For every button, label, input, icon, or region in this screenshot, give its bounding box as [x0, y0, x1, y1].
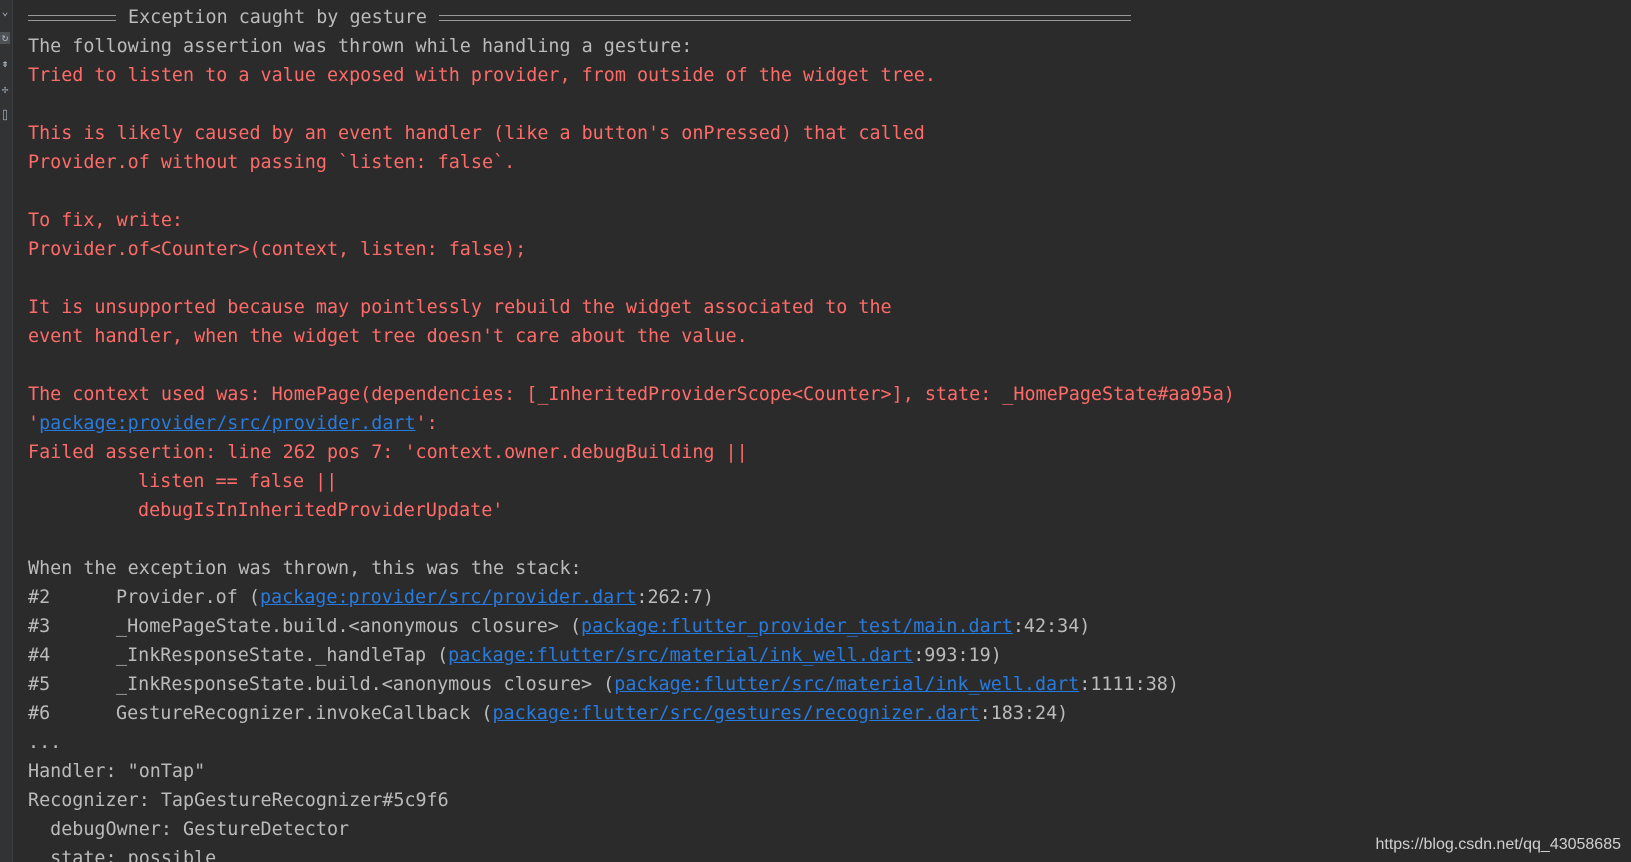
frame-file-link[interactable]: package:flutter/src/gestures/recognizer.…	[492, 703, 979, 724]
frame-position: :993:19)	[913, 645, 1002, 666]
print-icon[interactable]: ⇟	[0, 58, 10, 70]
frame-number: #6	[28, 703, 51, 724]
assertion-intro: The following assertion was thrown while…	[28, 36, 693, 57]
stack-intro: When the exception was thrown, this was …	[28, 558, 582, 579]
frame-position: :42:34)	[1012, 616, 1091, 637]
stack-frame: #3 _HomePageState.build.<anonymous closur…	[28, 612, 1631, 641]
pin-icon[interactable]: ✢	[0, 84, 10, 96]
quote-open: '	[28, 413, 40, 434]
header-rule-left	[28, 14, 116, 21]
frame-file-link[interactable]: package:flutter/src/material/ink_well.da…	[614, 674, 1079, 695]
frame-number: #5	[28, 674, 51, 695]
handler-line: Handler: "onTap"	[28, 761, 206, 782]
ellipsis: ...	[28, 732, 62, 753]
frame-method: _InkResponseState.build.<anonymous closu…	[116, 674, 615, 695]
stack-frame: #2 Provider.of (package:provider/src/prov…	[28, 583, 1631, 612]
stack-frame: #5 _InkResponseState.build.<anonymous clo…	[28, 670, 1631, 699]
error-line: To fix, write:	[28, 210, 184, 231]
frame-method: GestureRecognizer.invokeCallback (	[116, 703, 493, 724]
stack-frame: #4 _InkResponseState._handleTap (package:…	[28, 641, 1631, 670]
error-line: It is unsupported because may pointlessl…	[28, 297, 892, 318]
error-line: The context used was: HomePage(dependenc…	[28, 384, 1235, 405]
error-line: This is likely caused by an event handle…	[28, 123, 925, 144]
frame-number: #4	[28, 645, 51, 666]
frame-position: :262:7)	[636, 587, 714, 608]
assert-source-line: 'package:provider/src/provider.dart':	[28, 409, 1631, 438]
failed-assertion-line: listen == false ||	[138, 471, 338, 492]
recognizer-line: Recognizer: TapGestureRecognizer#5c9f6	[28, 790, 449, 811]
frame-file-link[interactable]: package:provider/src/provider.dart	[260, 587, 636, 608]
error-line: event handler, when the widget tree does…	[28, 326, 748, 347]
header-rule-right	[438, 14, 1131, 21]
error-line: Provider.of<Counter>(context, listen: fa…	[28, 239, 527, 260]
frame-number: #3	[28, 616, 51, 637]
exception-title: Exception caught by gesture	[128, 7, 427, 28]
frame-file-link[interactable]: package:flutter_provider_test/main.dart	[581, 616, 1013, 637]
failed-assertion-line: Failed assertion: line 262 pos 7: 'conte…	[28, 442, 748, 463]
console-output: Exception caught by gesture The followin…	[28, 3, 1631, 862]
source-file-link[interactable]: package:provider/src/provider.dart	[39, 413, 415, 434]
console-toolbar: ⌄ ↻ ⇟ ✢ ⌷	[0, 0, 13, 862]
error-line: Provider.of without passing `listen: fal…	[28, 152, 516, 173]
watermark: https://blog.csdn.net/qq_43058685	[1375, 836, 1621, 853]
frame-method: _InkResponseState._handleTap (	[116, 645, 449, 666]
trash-icon[interactable]: ⌷	[0, 110, 10, 122]
frame-method: Provider.of (	[116, 587, 260, 608]
frame-number: #2	[28, 587, 51, 608]
error-line: Tried to listen to a value exposed with …	[28, 65, 936, 86]
exception-header: Exception caught by gesture	[28, 3, 1631, 32]
collapse-icon[interactable]: ⌄	[0, 6, 10, 18]
failed-assertion-line: debugIsInInheritedProviderUpdate'	[138, 500, 504, 521]
quote-close: ':	[415, 413, 438, 434]
stack-frame: #6 GestureRecognizer.invokeCallback (pack…	[28, 699, 1631, 728]
frame-position: :183:24)	[979, 703, 1069, 724]
frame-position: :1111:38)	[1079, 674, 1179, 695]
frame-file-link[interactable]: package:flutter/src/material/ink_well.da…	[448, 645, 913, 666]
restart-icon[interactable]: ↻	[0, 32, 10, 44]
frame-method: _HomePageState.build.<anonymous closure>…	[116, 616, 582, 637]
